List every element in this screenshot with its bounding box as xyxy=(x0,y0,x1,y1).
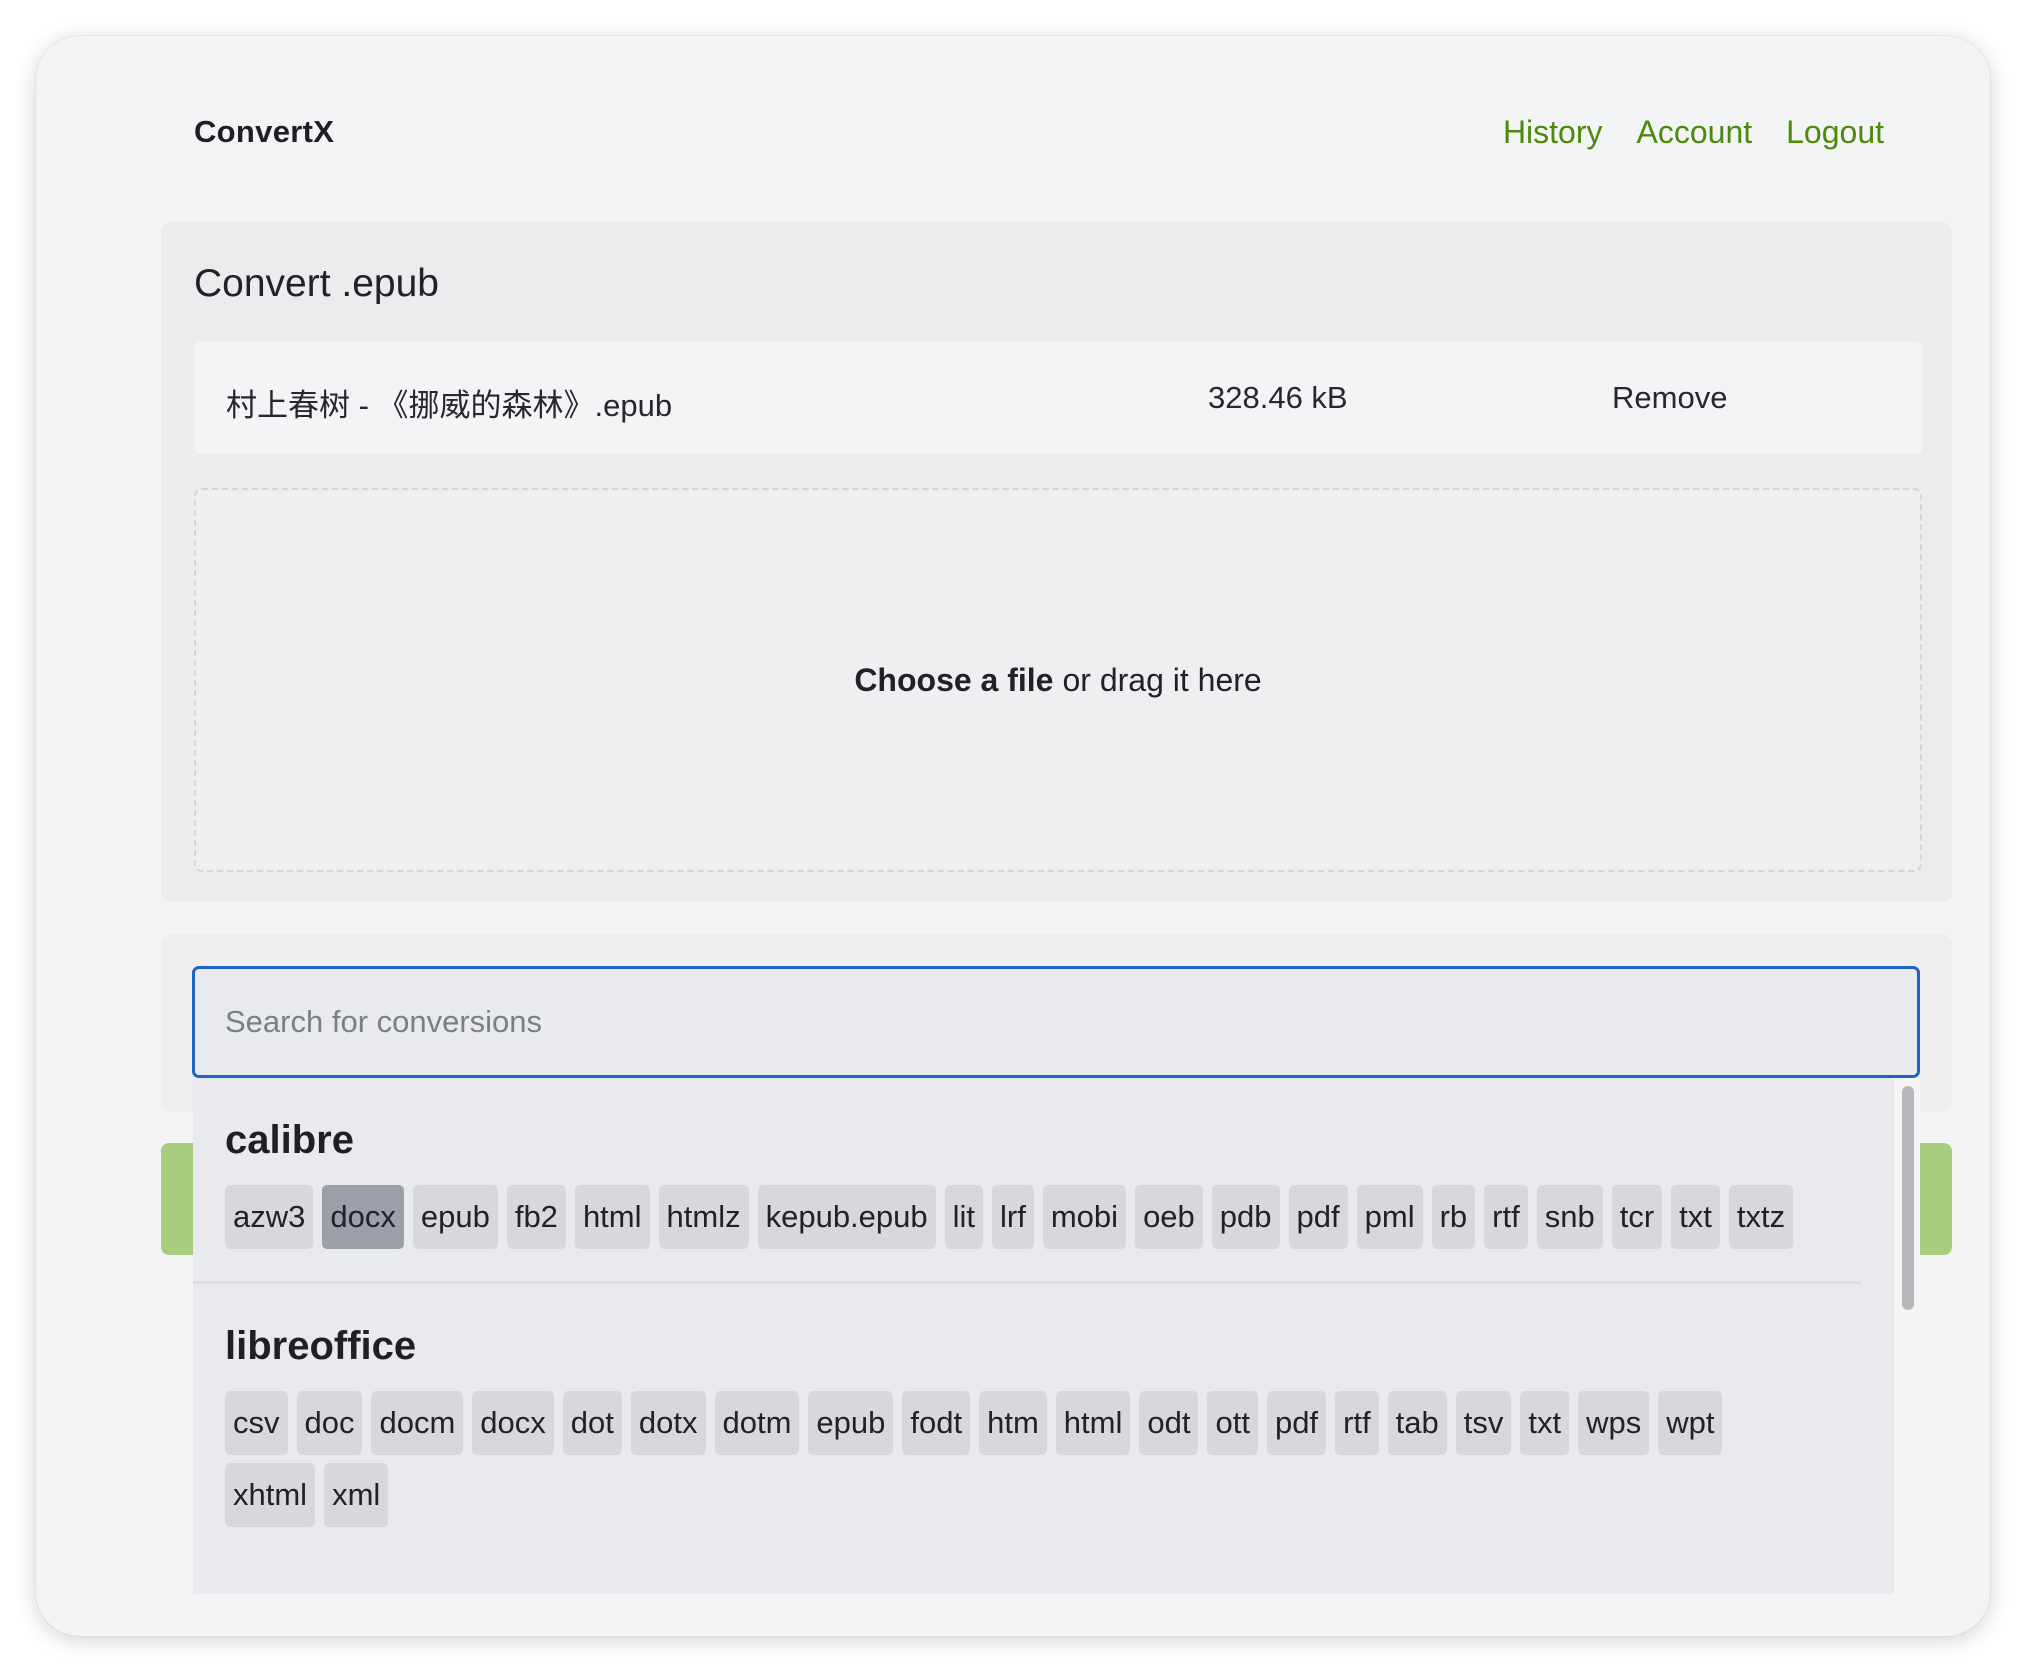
drag-hint: or drag it here xyxy=(1062,661,1262,698)
format-option[interactable]: fodt xyxy=(902,1391,971,1455)
format-option[interactable]: csv xyxy=(225,1391,288,1455)
format-option[interactable]: tsv xyxy=(1455,1391,1512,1455)
format-option[interactable]: htmlz xyxy=(658,1185,749,1249)
format-option[interactable]: html xyxy=(574,1185,650,1249)
format-option[interactable]: wpt xyxy=(1658,1391,1723,1455)
format-option[interactable]: ott xyxy=(1207,1391,1258,1455)
choose-file-label[interactable]: Choose a file xyxy=(854,662,1053,699)
remove-file-button[interactable]: Remove xyxy=(1612,380,1727,416)
top-nav: History Account Logout xyxy=(1503,114,1884,151)
convert-button[interactable] xyxy=(161,1143,195,1255)
format-option[interactable]: azw3 xyxy=(225,1185,314,1249)
brand-logo[interactable]: ConvertX xyxy=(194,114,334,150)
format-option[interactable]: pml xyxy=(1356,1185,1423,1249)
format-option[interactable]: docx xyxy=(472,1391,554,1455)
format-option[interactable]: rtf xyxy=(1484,1185,1528,1249)
format-option[interactable]: wps xyxy=(1578,1391,1650,1455)
format-option[interactable]: tcr xyxy=(1611,1185,1663,1249)
app-window: ConvertX History Account Logout Convert … xyxy=(36,36,1990,1636)
format-chip-list: csv doc docm docx dot dotx dotm epub fodt htm html… xyxy=(225,1391,1861,1559)
converter-group-libreoffice: libreoffice csv doc docm docx dot dotx dotm epub… xyxy=(193,1281,1861,1559)
format-option[interactable]: oeb xyxy=(1135,1185,1203,1249)
format-option[interactable]: tab xyxy=(1387,1391,1447,1455)
converter-group-title: calibre xyxy=(225,1118,354,1162)
format-option[interactable]: pdf xyxy=(1288,1185,1348,1249)
format-option[interactable]: epub xyxy=(808,1391,894,1455)
format-option[interactable]: xml xyxy=(324,1463,389,1527)
format-option[interactable]: html xyxy=(1055,1391,1131,1455)
converter-group-calibre: calibre azw3 docx epub fb2 html htmlz kepub.epu… xyxy=(193,1078,1861,1281)
format-option[interactable]: txt xyxy=(1520,1391,1570,1455)
nav-history-link[interactable]: History xyxy=(1503,114,1603,151)
format-option[interactable]: dot xyxy=(562,1391,622,1455)
file-size: 328.46 kB xyxy=(1208,380,1348,415)
dropdown-scrollbar[interactable] xyxy=(1894,1078,1920,1594)
converter-group-title: libreoffice xyxy=(225,1324,417,1368)
format-option[interactable]: dotm xyxy=(714,1391,800,1455)
scrollbar-thumb[interactable] xyxy=(1902,1086,1914,1310)
page-title: Convert .epub xyxy=(194,262,439,305)
format-option[interactable]: rb xyxy=(1431,1185,1476,1249)
format-option[interactable]: rtf xyxy=(1335,1391,1379,1455)
converter-groups: calibre azw3 docx epub fb2 html htmlz kepub.epu… xyxy=(193,1078,1920,1559)
file-row: 村上春树 - 《挪威的森林》.epub 328.46 kB Remove xyxy=(194,342,1922,454)
file-dropzone[interactable]: Choose a file or drag it here xyxy=(194,488,1922,872)
format-option[interactable]: txt xyxy=(1671,1185,1720,1249)
format-option[interactable]: pdb xyxy=(1211,1185,1280,1249)
format-option[interactable]: snb xyxy=(1536,1185,1603,1249)
format-option[interactable]: xhtml xyxy=(225,1463,316,1527)
format-option[interactable]: epub xyxy=(412,1185,498,1249)
upload-card: Convert .epub 村上春树 - 《挪威的森林》.epub 328.46… xyxy=(161,222,1952,902)
file-name: 村上春树 - 《挪威的森林》.epub xyxy=(226,388,673,423)
format-option[interactable]: dotx xyxy=(630,1391,706,1455)
format-option[interactable]: odt xyxy=(1139,1391,1199,1455)
conversion-dropdown[interactable]: calibre azw3 docx epub fb2 html htmlz kepub.epu… xyxy=(193,1078,1920,1594)
format-option[interactable]: mobi xyxy=(1042,1185,1127,1249)
format-option[interactable]: pdf xyxy=(1266,1391,1327,1455)
format-option[interactable]: docx xyxy=(322,1185,404,1249)
format-option[interactable]: fb2 xyxy=(506,1185,566,1249)
conversion-search-input[interactable] xyxy=(192,966,1920,1078)
format-option[interactable]: txtz xyxy=(1728,1185,1794,1249)
format-option[interactable]: docm xyxy=(371,1391,464,1455)
format-chip-list: azw3 docx epub fb2 html htmlz kepub.epub lit lrf… xyxy=(225,1185,1861,1281)
format-option[interactable]: kepub.epub xyxy=(757,1185,936,1249)
format-option[interactable]: doc xyxy=(296,1391,363,1455)
format-option[interactable]: htm xyxy=(979,1391,1047,1455)
convert-button-edge[interactable] xyxy=(1918,1143,1952,1255)
nav-account-link[interactable]: Account xyxy=(1637,114,1753,151)
format-option[interactable]: lrf xyxy=(992,1185,1034,1249)
format-option[interactable]: lit xyxy=(944,1185,984,1249)
nav-logout-link[interactable]: Logout xyxy=(1786,114,1884,151)
